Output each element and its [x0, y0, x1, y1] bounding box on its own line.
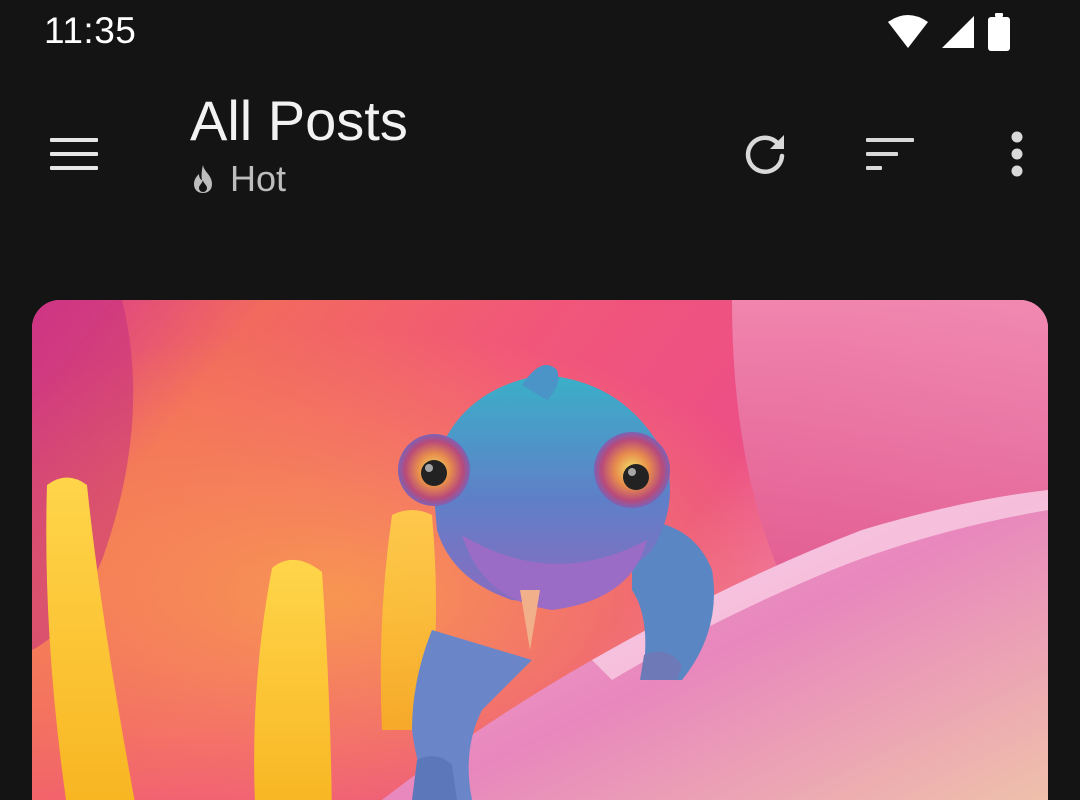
flame-icon	[194, 165, 212, 193]
refresh-button[interactable]	[733, 122, 797, 186]
more-vertical-icon	[1011, 131, 1023, 177]
status-bar: 11:35	[0, 0, 1080, 62]
screen: 11:35 All Posts Hot	[0, 0, 1080, 800]
title-block[interactable]: All Posts Hot	[190, 86, 408, 200]
sort-icon	[866, 138, 914, 170]
status-time: 11:35	[44, 10, 137, 51]
menu-button[interactable]	[38, 122, 110, 186]
wifi-icon	[888, 15, 928, 48]
top-app-bar: All Posts Hot	[0, 62, 1080, 242]
more-options-button[interactable]	[985, 122, 1049, 186]
cellular-signal-icon	[942, 16, 974, 48]
post-card[interactable]	[32, 300, 1048, 800]
sort-mode-subtitle[interactable]: Hot	[190, 158, 408, 200]
post-image[interactable]	[32, 300, 1048, 800]
status-icons	[888, 12, 1010, 52]
sort-mode-label: Hot	[230, 158, 287, 199]
battery-icon	[988, 13, 1010, 51]
page-title: All Posts	[190, 89, 408, 152]
refresh-icon	[745, 135, 785, 174]
sort-button[interactable]	[858, 122, 922, 186]
hamburger-menu-icon	[50, 138, 98, 170]
